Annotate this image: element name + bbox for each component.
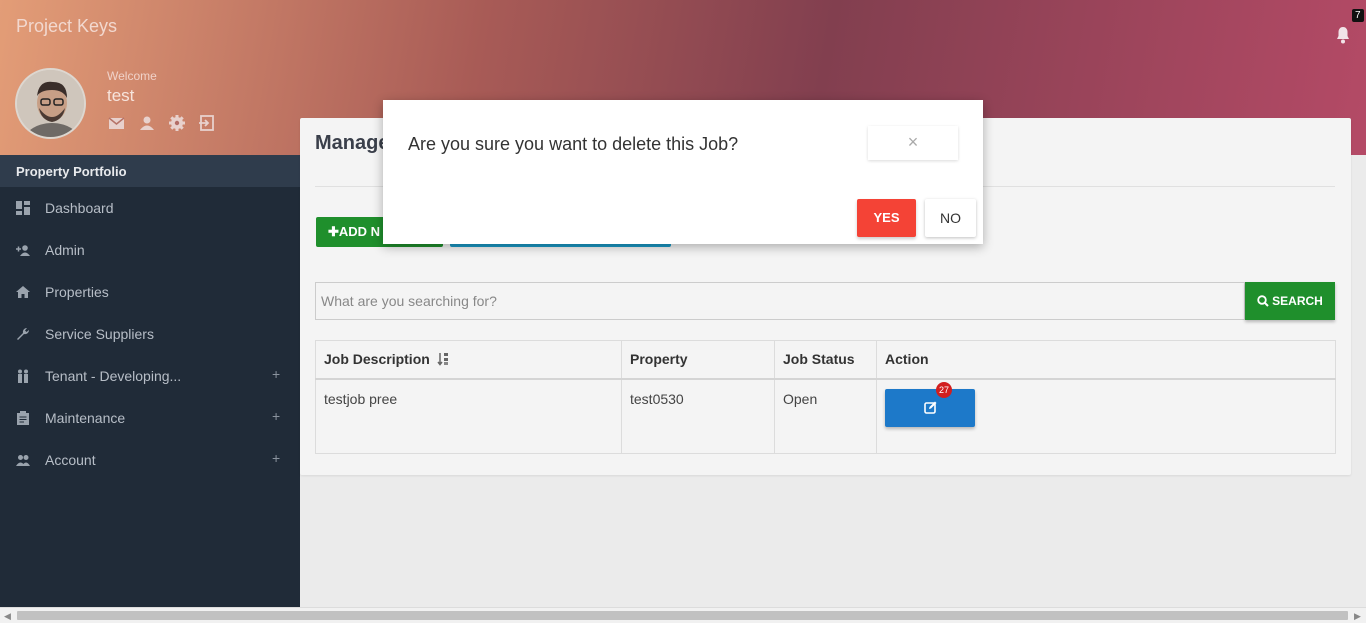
- modal-backdrop[interactable]: [0, 0, 1366, 607]
- no-button[interactable]: NO: [925, 199, 976, 237]
- delete-confirm-dialog: Are you sure you want to delete this Job…: [383, 100, 983, 244]
- horizontal-scrollbar[interactable]: ◀ ▶: [0, 607, 1366, 623]
- dialog-message: Are you sure you want to delete this Job…: [408, 134, 739, 154]
- scroll-right-icon[interactable]: ▶: [1354, 611, 1361, 622]
- scrollbar-thumb[interactable]: [17, 611, 1348, 620]
- scroll-left-icon[interactable]: ◀: [4, 611, 11, 622]
- close-button[interactable]: ×: [868, 126, 958, 160]
- yes-button[interactable]: YES: [857, 199, 916, 237]
